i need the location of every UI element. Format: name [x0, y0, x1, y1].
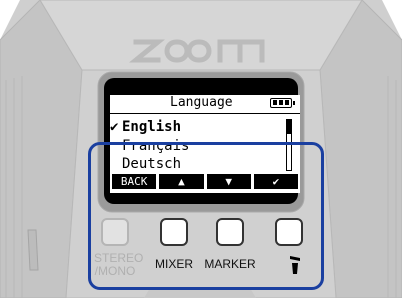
scroll-thumb: [287, 120, 291, 134]
recorder-device: Language ✔ English Français Deutsch BACK …: [0, 0, 402, 298]
language-item-english[interactable]: ✔ English: [110, 119, 181, 135]
battery-full-icon: [270, 98, 295, 108]
screen-title-bar: Language: [110, 95, 300, 114]
screen-title: Language: [170, 95, 233, 110]
highlight-frame: [88, 142, 324, 290]
check-icon: ✔: [110, 119, 119, 135]
language-label: English: [122, 119, 182, 135]
